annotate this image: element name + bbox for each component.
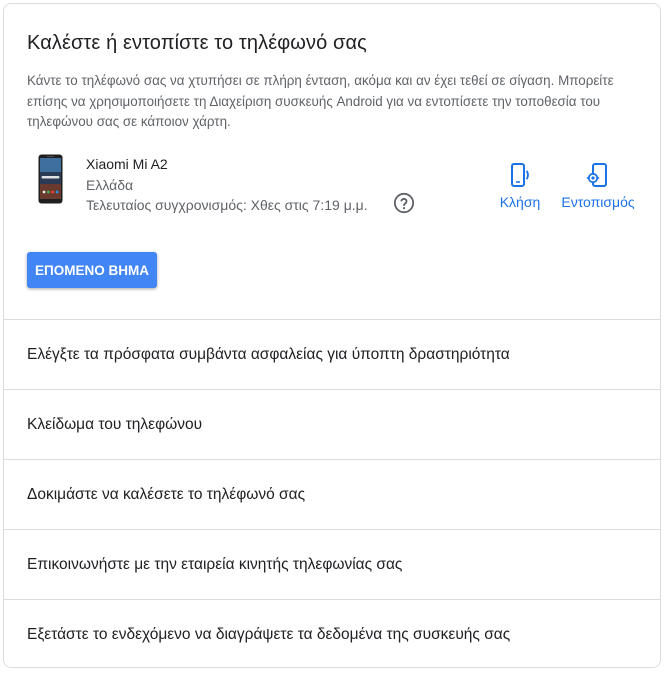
phone-ring-icon [511,163,529,187]
next-step-button[interactable]: ΕΠΟΜΕΝΟ ΒΗΜΑ [27,252,157,288]
device-country: Ελλάδα [86,177,134,193]
card-title: Καλέστε ή εντοπίστε το τηλέφωνό σας [27,32,367,54]
call-or-locate-section: Καλέστε ή εντοπίστε το τηλέφωνό σας Κάντ… [4,4,660,319]
list-item-erase-device[interactable]: Εξετάστε το ενδεχόμενο να διαγράψετε τα … [4,599,660,667]
help-circle-icon[interactable] [393,192,415,214]
device-last-sync: Τελευταίος συγχρονισμός: Χθες στις 7:19 … [86,197,368,213]
locate-phone-icon [586,163,607,187]
call-button[interactable]: Κλήση [498,162,542,210]
locate-button[interactable]: Εντοπισμός [558,162,638,210]
list-item-lock-phone[interactable]: Κλείδωμα του τηλεφώνου [4,389,660,459]
list-item-contact-carrier[interactable]: Επικοινωνήστε με την εταιρεία κινητής τη… [4,529,660,599]
find-phone-card: Καλέστε ή εντοπίστε το τηλέφωνό σας Κάντ… [3,3,661,668]
list-item-security-events[interactable]: Ελέγξτε τα πρόσφατα συμβάντα ασφαλείας γ… [4,319,660,389]
card-description: Κάντε το τηλέφωνό σας να χτυπήσει σε πλή… [27,73,614,129]
device-name: Xiaomi Mi A2 [86,156,168,172]
call-label: Κλήση [499,194,541,210]
smartphone-image [38,154,63,204]
list-item-call-phone[interactable]: Δοκιμάστε να καλέσετε το τηλέφωνό σας [4,459,660,529]
locate-label: Εντοπισμός [561,194,635,210]
